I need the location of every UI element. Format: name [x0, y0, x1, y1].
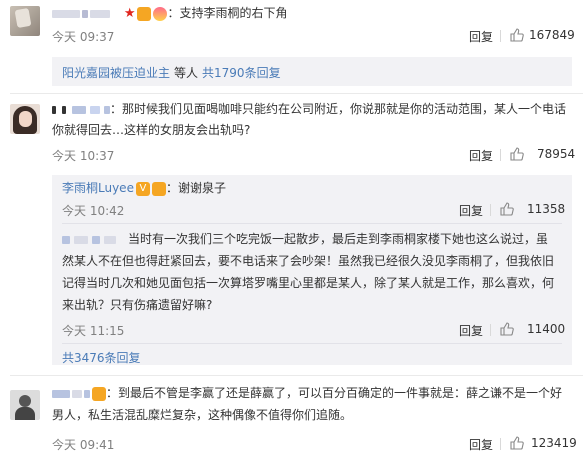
heart-balloon-icon: [153, 6, 168, 21]
thumbs-up-icon[interactable]: [510, 436, 524, 450]
username-redacted[interactable]: [62, 235, 70, 244]
thumbs-up-icon[interactable]: [500, 322, 514, 336]
timestamp: 今天 09:37: [52, 30, 115, 44]
divider: [500, 438, 501, 450]
username-redacted[interactable]: [52, 105, 56, 114]
reply-button[interactable]: 回复: [469, 436, 493, 453]
comment-text-line-2: 男人，私生活混乱糜烂复杂，这种偶像不值得你们追随。: [52, 408, 353, 422]
divider: [62, 223, 562, 224]
divider: [490, 324, 491, 336]
timestamp: 今天 09:41: [52, 438, 115, 452]
more-replies-link[interactable]: 共1790条回复: [202, 66, 281, 80]
reply-button[interactable]: 回复: [469, 28, 493, 45]
reply-2-text-line-1: 当时有一次我们三个吃完饭一起散步，最后走到李雨桐家楼下她也这么说过，虽: [62, 228, 548, 250]
username-redacted-3: [90, 9, 110, 18]
comment-body: ：支持李雨桐的右下角: [167, 6, 288, 20]
like-count: 123419: [531, 436, 577, 450]
thumbs-up-icon[interactable]: [500, 202, 514, 216]
verified-v-icon: V: [135, 181, 150, 196]
thumbs-up-icon[interactable]: [510, 147, 524, 161]
like-count: 167849: [529, 28, 575, 42]
comment-text-line-1: ：那时候我们见面喝咖啡只能约在公司附近，你说那就是你的活动范围，某人一个电话: [52, 98, 566, 120]
comment-text-line-1: ：到最后不管是李赢了还是薛赢了，可以百分百确定的一件事就是：薛之谦不是一个好: [52, 382, 562, 404]
username-redacted-2: [82, 9, 88, 18]
avatar[interactable]: [10, 104, 40, 134]
reply-user-link[interactable]: 阳光嘉园被压迫业主: [62, 66, 170, 80]
comment-3: ：到最后不管是李赢了还是薛赢了，可以百分百确定的一件事就是：薛之谦不是一个好 男…: [0, 380, 583, 467]
reply-2-text-line-3: 记得当时几次和她见面包括一次算塔罗嘴里心里都是某人，除了某人就是工作，那么喜欢，…: [62, 276, 555, 290]
like-count: 11358: [527, 202, 566, 216]
divider: [10, 375, 583, 376]
username-redacted-4: [104, 235, 116, 244]
star-icon: ★: [123, 5, 136, 21]
divider: [62, 343, 562, 344]
timestamp: 今天 11:15: [62, 324, 125, 338]
divider: [10, 93, 583, 94]
comment-text: ★ ：支持李雨桐的右下角: [52, 2, 288, 25]
more-replies-link[interactable]: 共3476条回复: [62, 349, 141, 366]
replies-box: 李雨桐Luyee V ：谢谢泉子 今天 10:42 回复 11358 当时有一次我们…: [52, 175, 572, 365]
username-redacted[interactable]: [52, 389, 70, 398]
timestamp: 今天 10:42: [62, 204, 125, 218]
username-redacted-3: [84, 389, 90, 398]
username-redacted-4: [90, 105, 100, 114]
timestamp: 今天 10:37: [52, 149, 115, 163]
username-redacted-3: [92, 235, 100, 244]
comment-text-line-2: 你就得回去…这样的女朋友会出轨吗?: [52, 123, 251, 137]
username-redacted[interactable]: [52, 9, 80, 18]
reply-user-link[interactable]: 李雨桐Luyee: [62, 181, 134, 195]
username-redacted-3: [72, 105, 86, 114]
reply-1-text: 李雨桐Luyee V ：谢谢泉子: [62, 177, 226, 199]
avatar[interactable]: [10, 6, 40, 36]
comment-2: ：那时候我们见面喝咖啡只能约在公司附近，你说那就是你的活动范围，某人一个电话 你…: [0, 96, 583, 366]
like-count: 78954: [537, 147, 576, 161]
divider: [490, 204, 491, 216]
thumbs-up-icon[interactable]: [510, 28, 524, 42]
reply-2-text-line-4: 来出轨？只有伤痛遗留好嘛?: [62, 298, 213, 312]
reply-summary-middle: 等人: [174, 66, 199, 80]
like-count: 11400: [527, 322, 566, 336]
reply-button[interactable]: 回复: [459, 202, 483, 219]
comment-1: ★ ：支持李雨桐的右下角 今天 09:37 回复 167849 阳光嘉园被压迫业主…: [0, 0, 583, 96]
vip-badge-icon: [151, 181, 166, 196]
divider: [500, 149, 501, 161]
username-redacted-2: [74, 235, 88, 244]
reply-body: 当时有一次我们三个吃完饭一起散步，最后走到李雨桐家楼下她也这么说过，虽: [128, 232, 549, 246]
reply-2-text-line-2: 然某人不在但也得赶紧回去，要不电话来了会吵架！虽然我已经很久没见李雨桐了，但我依…: [62, 254, 555, 268]
reply-summary-box: 阳光嘉园被压迫业主 等人 共1790条回复: [52, 57, 572, 86]
avatar[interactable]: [10, 390, 40, 420]
comment-body: ：那时候我们见面喝咖啡只能约在公司附近，你说那就是你的活动范围，某人一个电话: [110, 102, 567, 116]
username-redacted-2: [62, 105, 66, 114]
vip-badge-icon: [92, 386, 106, 401]
comment-body: ：到最后不管是李赢了还是薛赢了，可以百分百确定的一件事就是：薛之谦不是一个好: [106, 386, 563, 400]
divider: [500, 30, 501, 42]
reply-button[interactable]: 回复: [469, 147, 493, 164]
username-redacted-2: [72, 389, 82, 398]
vip-badge-icon: [137, 6, 152, 21]
reply-body: ：谢谢泉子: [165, 181, 226, 195]
reply-button[interactable]: 回复: [459, 322, 483, 339]
